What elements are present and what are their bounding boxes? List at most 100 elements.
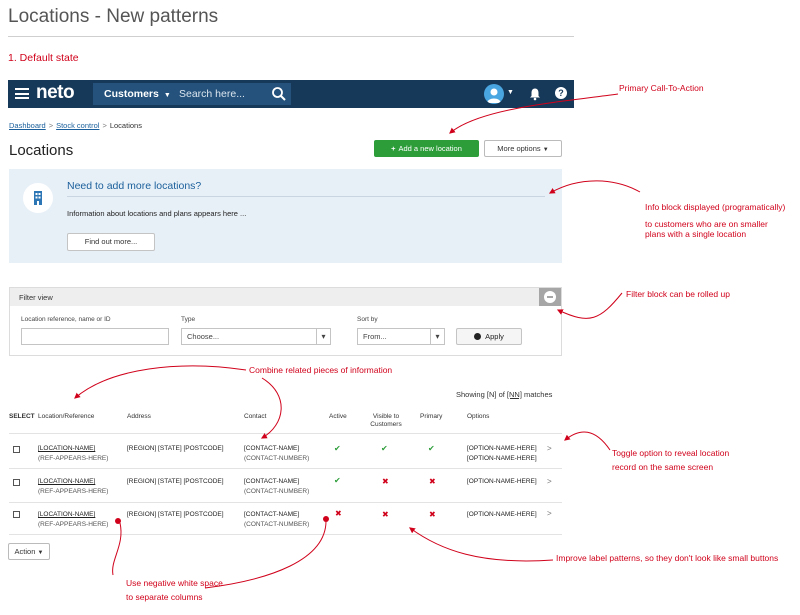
breadcrumb-separator: >	[48, 121, 54, 130]
more-options-button[interactable]: More options ▼	[484, 140, 562, 157]
header-active[interactable]: Active	[329, 413, 347, 420]
checkmark-icon: ✔	[428, 444, 435, 453]
annotation-cta: Primary Call-To-Action	[619, 83, 704, 93]
contact-cell: [CONTACT-NAME] (CONTACT-NUMBER)	[244, 444, 309, 464]
help-icon[interactable]: ?	[555, 87, 567, 99]
location-cell: [LOCATION-NAME] (REF-APPEARS-HERE)	[38, 477, 108, 497]
type-filter-label: Type	[181, 316, 196, 323]
location-name-link[interactable]: [LOCATION-NAME]	[38, 511, 95, 518]
row-checkbox[interactable]	[13, 479, 20, 486]
avatar-icon[interactable]	[484, 84, 504, 104]
row-checkbox[interactable]	[13, 511, 20, 518]
search-scope-dropdown[interactable]: Customers ▼	[93, 83, 172, 105]
contact-name: [CONTACT-NAME]	[244, 511, 300, 518]
annotation-whitespace-2: to separate columns	[126, 592, 203, 602]
bell-icon[interactable]	[528, 87, 542, 101]
breadcrumb-dashboard[interactable]: Dashboard	[9, 121, 46, 130]
location-cell: [LOCATION-NAME] (REF-APPEARS-HERE)	[38, 510, 108, 530]
annotation-dot	[323, 516, 329, 522]
add-location-button[interactable]: + Add a new location	[374, 140, 479, 157]
contact-number: (CONTACT-NUMBER)	[244, 488, 310, 495]
more-options-label: More options	[497, 144, 541, 153]
location-ref: (REF-APPEARS-HERE)	[38, 455, 109, 462]
showing-suffix: matches	[524, 390, 553, 399]
type-select-value: Choose...	[187, 332, 220, 341]
caret-down-icon: ▼	[163, 92, 171, 99]
find-out-more-button[interactable]: Find out more...	[67, 233, 155, 251]
annotation-labels: Improve label patterns, so they don't lo…	[556, 553, 779, 563]
contact-cell: [CONTACT-NAME] (CONTACT-NUMBER)	[244, 510, 309, 530]
location-name-link[interactable]: [LOCATION-NAME]	[38, 478, 95, 485]
page-title: Locations - New patterns	[8, 6, 219, 27]
chevron-right-icon[interactable]: >	[547, 444, 552, 453]
header-primary[interactable]: Primary	[420, 413, 442, 420]
caret-down-icon[interactable]: ▼	[507, 89, 514, 96]
sort-select[interactable]: From... ▾	[357, 328, 445, 345]
table-row[interactable]: [LOCATION-NAME] (REF-APPEARS-HERE) [REGIO…	[9, 502, 562, 534]
checkmark-icon: ✔	[381, 444, 388, 453]
row-checkbox[interactable]	[13, 446, 20, 453]
breadcrumb-separator: >	[102, 121, 107, 130]
address-cell: [REGION] [STATE] [POSTCODE]	[127, 478, 224, 485]
info-title: Need to add more locations?	[67, 180, 202, 192]
address-cell: [REGION] [STATE] [POSTCODE]	[127, 511, 224, 518]
annotation-info-3: plans with a single location	[645, 229, 747, 239]
table-row[interactable]: [LOCATION-NAME] (REF-APPEARS-HERE) [REGIO…	[9, 433, 562, 468]
address-cell: [REGION] [STATE] [POSTCODE]	[127, 445, 224, 452]
header-visible[interactable]: Visible to Customers	[366, 413, 406, 429]
location-name-link[interactable]: [LOCATION-NAME]	[38, 445, 95, 452]
options-cell: [OPTION-NAME-HERE]	[467, 511, 537, 518]
contact-cell: [CONTACT-NAME] (CONTACT-NUMBER)	[244, 477, 309, 497]
cross-icon: ✖	[382, 510, 389, 519]
hamburger-icon[interactable]	[15, 88, 29, 99]
cross-icon: ✖	[429, 510, 436, 519]
header-select: SELECT	[9, 413, 35, 420]
cross-icon: ✖	[429, 477, 436, 486]
chevron-right-icon[interactable]: >	[547, 477, 552, 486]
caret-down-icon: ▾	[316, 329, 330, 344]
apply-button[interactable]: Apply	[456, 328, 522, 345]
type-select[interactable]: Choose... ▾	[181, 328, 331, 345]
location-ref: (REF-APPEARS-HERE)	[38, 488, 109, 495]
collapse-icon[interactable]	[539, 288, 561, 306]
sort-filter-label: Sort by	[357, 316, 378, 323]
location-filter-label: Location reference, name or ID	[21, 316, 111, 323]
header-address[interactable]: Address	[127, 413, 151, 420]
header-location[interactable]: Location/Reference	[38, 413, 94, 420]
action-button[interactable]: Action ▼	[8, 543, 50, 560]
option-name: [OPTION-NAME-HERE]	[467, 455, 537, 462]
showing-prefix: Showing	[456, 390, 485, 399]
plus-icon: +	[391, 144, 396, 153]
cross-icon: ✖	[382, 477, 389, 486]
search-input[interactable]: Search here...	[172, 83, 268, 105]
location-cell: [LOCATION-NAME] (REF-APPEARS-HERE)	[38, 444, 108, 464]
filter-panel: Filter view Location reference, name or …	[9, 287, 562, 356]
locations-heading: Locations	[9, 142, 74, 159]
results-count: Showing [N] of [NN] matches	[456, 390, 552, 399]
building-icon	[23, 183, 53, 213]
search-bar: Customers ▼ Search here...	[93, 83, 291, 105]
table-row[interactable]: [LOCATION-NAME] (REF-APPEARS-HERE) [REGIO…	[9, 468, 562, 502]
search-icon[interactable]	[271, 86, 287, 102]
neto-logo[interactable]: neto	[36, 82, 75, 104]
filter-title: Filter view	[19, 293, 53, 302]
annotation-combine: Combine related pieces of information	[249, 365, 393, 375]
header-contact[interactable]: Contact	[244, 413, 266, 420]
contact-name: [CONTACT-NAME]	[244, 478, 300, 485]
search-scope-label: Customers	[104, 88, 159, 100]
action-label: Action	[14, 547, 36, 556]
location-ref: (REF-APPEARS-HERE)	[38, 521, 109, 528]
filter-header[interactable]: Filter view	[10, 288, 561, 306]
option-name: [OPTION-NAME-HERE]	[467, 445, 537, 452]
breadcrumb-stock-control[interactable]: Stock control	[56, 121, 99, 130]
showing-of: of	[498, 390, 505, 399]
top-navbar: neto Customers ▼ Search here... ▼ ?	[8, 80, 574, 108]
caret-down-icon: ▼	[542, 147, 549, 153]
info-divider	[67, 196, 545, 197]
annotation-info-1: Info block displayed (programatically)	[645, 202, 786, 212]
showing-nn[interactable]: [NN]	[507, 390, 522, 399]
location-filter-input[interactable]	[21, 328, 169, 345]
chevron-right-icon[interactable]: >	[547, 509, 552, 518]
checkmark-icon: ✔	[334, 444, 341, 453]
info-block: Need to add more locations? Information …	[9, 169, 562, 263]
